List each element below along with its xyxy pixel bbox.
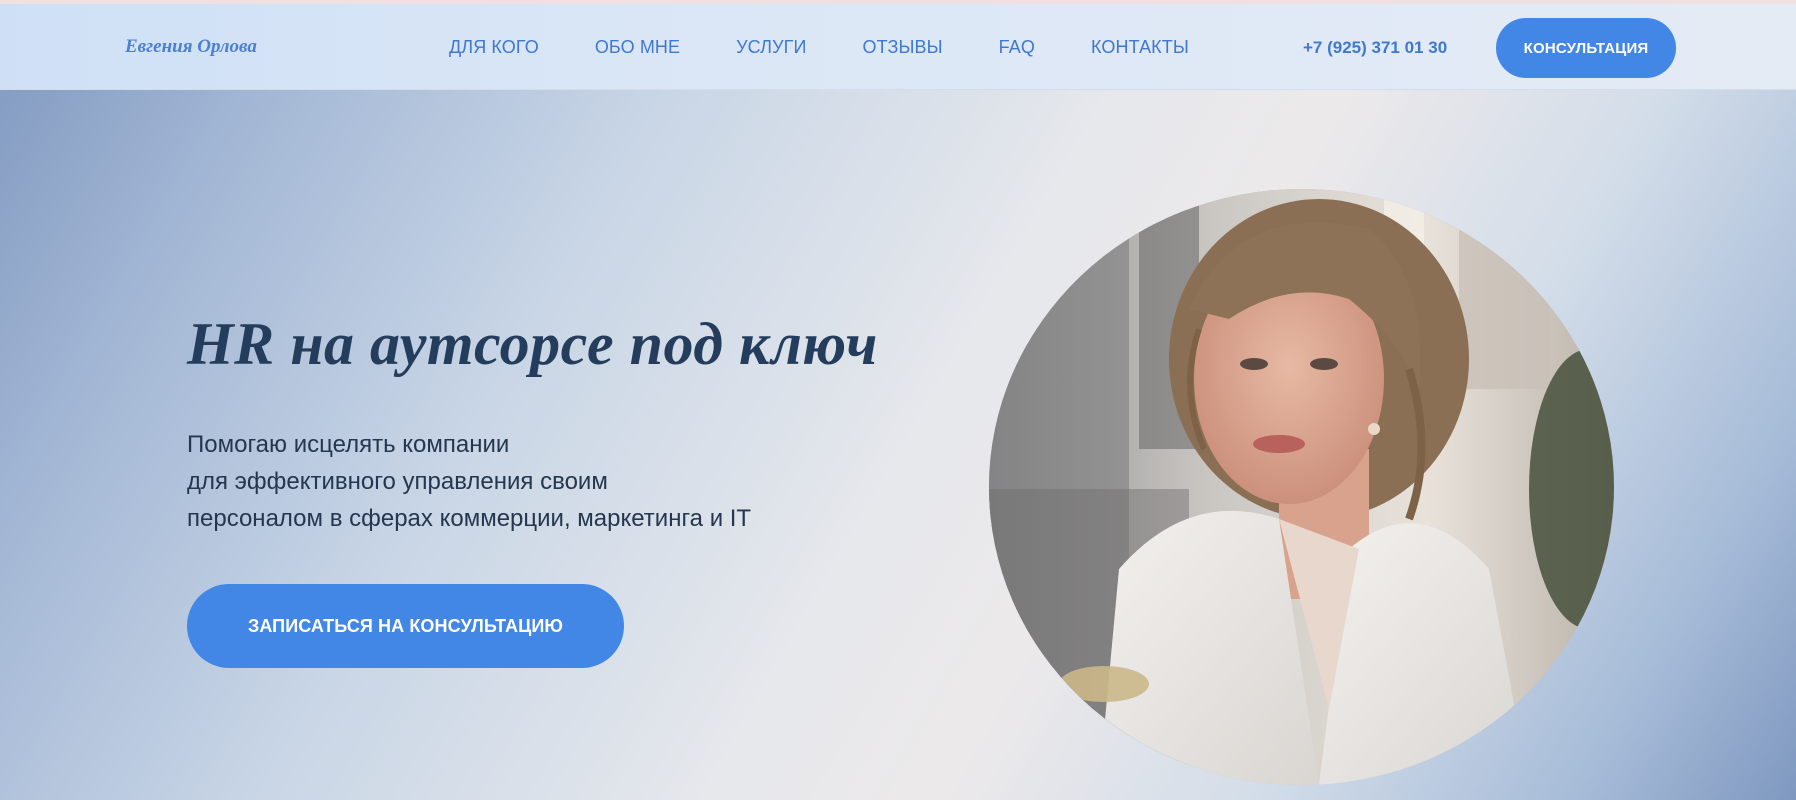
site-header: Евгения Орлова ДЛЯ КОГО ОБО МНЕ УСЛУГИ О… [0, 4, 1796, 90]
nav-item-services[interactable]: УСЛУГИ [736, 37, 806, 58]
hero-subtitle-line: Помогаю исцелять компании [187, 431, 510, 458]
portrait-photo [989, 189, 1614, 785]
hero-subtitle-line: для эффективного управления своим [187, 468, 608, 495]
nav-item-reviews[interactable]: ОТЗЫВЫ [863, 37, 943, 58]
hero-subtitle-line: персоналом в сферах коммерции, маркетинг… [187, 505, 752, 532]
main-nav: ДЛЯ КОГО ОБО МНЕ УСЛУГИ ОТЗЫВЫ FAQ КОНТА… [449, 37, 1189, 58]
hero-subtitle: Помогаю исцелять компании для эффективно… [187, 426, 751, 537]
phone-link[interactable]: +7 (925) 371 01 30 [1303, 38, 1447, 58]
nav-item-about[interactable]: ОБО МНЕ [595, 37, 680, 58]
logo[interactable]: Евгения Орлова [125, 36, 257, 58]
book-consultation-button-label: ЗАПИСАТЬСЯ НА КОНСУЛЬТАЦИЮ [247, 615, 564, 636]
consultation-button[interactable]: КОНСУЛЬТАЦИЯ [1496, 18, 1676, 78]
consultation-button-label: КОНСУЛЬТАЦИЯ [1523, 39, 1649, 57]
woman-portrait-icon [989, 189, 1614, 785]
book-consultation-button[interactable]: ЗАПИСАТЬСЯ НА КОНСУЛЬТАЦИЮ [187, 584, 624, 668]
hero-title: HR на аутсорсе под ключ [187, 311, 878, 377]
nav-item-for-whom[interactable]: ДЛЯ КОГО [449, 37, 539, 58]
nav-item-faq[interactable]: FAQ [999, 37, 1035, 58]
nav-item-contacts[interactable]: КОНТАКТЫ [1091, 37, 1189, 58]
landing-page: Евгения Орлова ДЛЯ КОГО ОБО МНЕ УСЛУГИ О… [0, 0, 1796, 800]
